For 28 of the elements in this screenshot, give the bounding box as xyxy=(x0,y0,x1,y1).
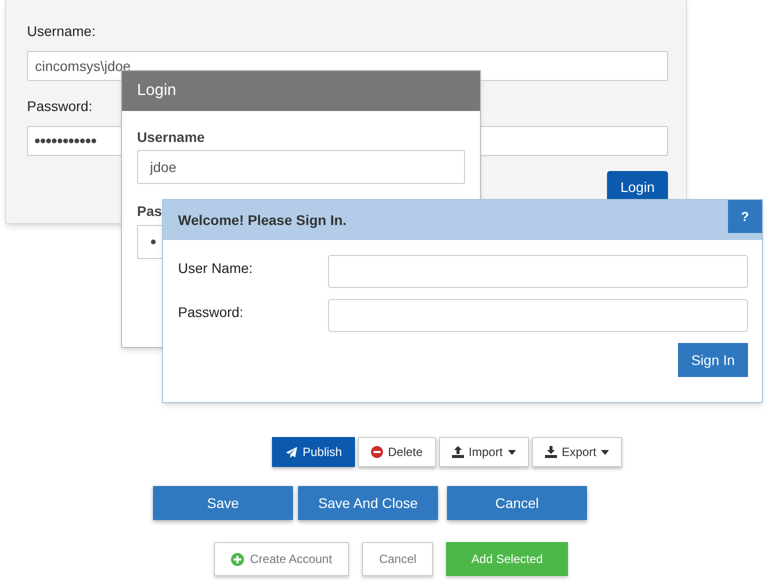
password-label: Pas xyxy=(137,202,162,221)
minus-circle-icon xyxy=(370,446,383,458)
dialog-title: Welcome! Please Sign In. xyxy=(178,210,347,230)
input-field[interactable] xyxy=(328,299,748,332)
bottom-button[interactable]: Add Selected xyxy=(446,542,568,576)
username-label: Username: xyxy=(27,22,96,41)
input-field[interactable] xyxy=(328,255,748,288)
action-button[interactable]: Save And Close xyxy=(298,486,438,520)
username-label: Username xyxy=(137,128,205,147)
password-label: Password: xyxy=(27,97,92,116)
bottom-button[interactable]: Cancel xyxy=(362,542,434,576)
toolbar-button[interactable]: Export xyxy=(532,437,622,467)
action-button[interactable]: Save xyxy=(153,486,293,520)
help-button[interactable]: ? xyxy=(728,200,762,233)
username-field[interactable]: jdoe xyxy=(137,150,465,184)
download-icon xyxy=(544,446,557,458)
field-label: User Name: xyxy=(178,259,254,278)
plus-circle-icon xyxy=(231,552,244,566)
toolbar-button[interactable]: Publish xyxy=(272,437,355,467)
sign-in-button[interactable]: Sign In xyxy=(678,343,748,377)
bottom-button[interactable]: Create Account xyxy=(214,542,350,576)
toolbar-button[interactable]: Delete xyxy=(358,437,436,467)
toolbar-button[interactable]: Import xyxy=(438,437,529,467)
paper-plane-icon xyxy=(284,446,298,458)
upload-icon xyxy=(452,446,464,458)
dialog-title: Login xyxy=(137,81,176,101)
field-label: Password: xyxy=(178,303,244,322)
action-button[interactable]: Cancel xyxy=(447,486,587,520)
